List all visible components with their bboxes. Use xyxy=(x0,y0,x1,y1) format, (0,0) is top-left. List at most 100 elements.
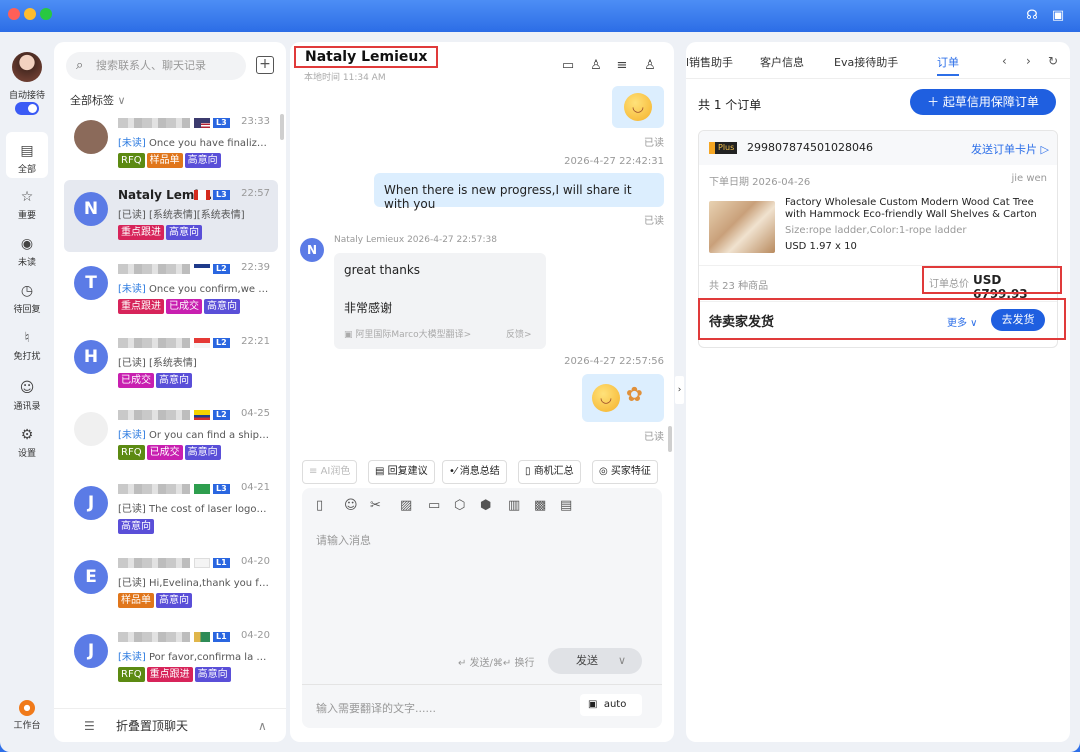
feedback-icon[interactable]: ▭ xyxy=(560,58,576,74)
item-count: 共 23 种商品 xyxy=(709,281,769,292)
tab-prev-icon[interactable]: ‹ xyxy=(1002,54,1007,68)
product-image[interactable] xyxy=(709,201,775,253)
inbox-icon[interactable]: ▣ xyxy=(1050,8,1066,24)
tab-next-icon[interactable]: › xyxy=(1026,54,1031,68)
contact-tag: 高意向 xyxy=(166,225,202,240)
transfer-user-icon[interactable]: ♙ xyxy=(642,58,658,74)
level-badge: L3 xyxy=(213,118,230,128)
send-options-chevron-icon[interactable]: ∨ xyxy=(618,648,626,674)
add-chat-button[interactable]: + xyxy=(256,56,274,74)
contact-list-item[interactable]: L3 23:33 [未读] Once you have finalize... RFQ… xyxy=(64,108,278,180)
nav-item-workbench[interactable]: ● 工作台 xyxy=(0,700,54,731)
message-input[interactable]: 请输入消息 xyxy=(316,532,371,548)
contact-name-redacted xyxy=(118,338,190,348)
nav-item-important[interactable]: ☆ 重要 xyxy=(0,188,54,221)
close-window-button[interactable] xyxy=(8,8,20,20)
contact-tag: RFQ xyxy=(118,667,145,682)
message-translation: 非常感谢 xyxy=(344,301,393,315)
package-icon[interactable]: ⬢ xyxy=(480,498,491,513)
chat-scrollbar[interactable] xyxy=(668,426,672,452)
contact-icon: ☺ xyxy=(19,380,35,396)
collapse-panel-handle[interactable]: › xyxy=(675,376,684,404)
contact-avatar xyxy=(74,412,108,446)
divider xyxy=(686,78,1070,79)
photo-card-icon[interactable]: ▩ xyxy=(534,498,546,513)
contact-last-message: [未读] Or you can find a shippi... xyxy=(118,430,270,441)
contact-tag: 已成交 xyxy=(166,299,202,314)
country-flag-icon xyxy=(194,338,210,348)
order-id[interactable]: 299807874501028046 xyxy=(747,141,873,154)
side-panel: l销售助手 客户信息 Eva接待助手 订单 ‹ › ↻ 共 1 个订单 ＋ 起草… xyxy=(686,42,1070,742)
filter-list-icon[interactable]: ≡ xyxy=(614,58,630,74)
search-input[interactable]: ⌕ 搜索联系人、聊天记录 xyxy=(66,52,246,80)
fold-pinned-chats[interactable]: ☰ 折叠置顶聊天 ∧ xyxy=(54,708,286,742)
translate-language-selector[interactable]: ▣ auto xyxy=(580,694,642,716)
chart-icon[interactable]: ▥ xyxy=(508,498,520,513)
clipboard-icon[interactable]: ▯ xyxy=(316,498,323,513)
tab-orders[interactable]: 订单 xyxy=(937,54,959,76)
contact-list-item[interactable]: J L1 04-20 [未读] Por favor,confirma la d... R… xyxy=(64,622,278,694)
ai-polish-button[interactable]: ≡ AI润色 xyxy=(302,460,358,484)
nav-item-do-not-disturb[interactable]: ♮ 免打扰 xyxy=(0,329,54,362)
level-badge: L2 xyxy=(213,264,230,274)
nav-item-contacts[interactable]: ☺ 通讯录 xyxy=(0,379,54,412)
level-badge: L2 xyxy=(213,410,230,420)
product-title[interactable]: Factory Wholesale Custom Modern Wood Cat… xyxy=(785,197,1047,221)
smile-emoji-icon: ◡ xyxy=(624,93,652,121)
read-state: [未读] xyxy=(118,652,146,663)
minimize-window-button[interactable] xyxy=(24,8,36,20)
auto-reception-label: 自动接待 xyxy=(8,91,45,101)
contact-list-item[interactable]: E L1 04-20 [已读] Hi,Evelina,thank you for...… xyxy=(64,548,278,620)
contact-last-message: [已读] The cost of laser logos i... xyxy=(118,504,270,515)
nav-item-settings[interactable]: ⚙ 设置 xyxy=(0,426,54,459)
buyer-profile-button[interactable]: ◎ 买家特征 xyxy=(592,460,658,484)
contact-list-item[interactable]: L2 04-25 [未读] Or you can find a shippi... R… xyxy=(64,400,278,472)
feedback-link[interactable]: 反馈> xyxy=(506,327,532,340)
scrollbar[interactable] xyxy=(280,114,284,140)
contact-list-item[interactable]: H L2 22:21 [已读] [系统表情] 已成交 高意向 xyxy=(64,328,278,400)
nav-item-all[interactable]: ▤ 全部 xyxy=(0,142,54,175)
product-icon[interactable]: ⬡ xyxy=(454,498,465,513)
contact-list-item[interactable]: N Nataly Lemi... L3 22:57 [已读] [系统表情][系统表情] 重… xyxy=(64,180,278,252)
tag-filter-dropdown[interactable]: 全部标签 ∨ xyxy=(70,92,126,108)
headset-icon[interactable]: ☊ xyxy=(1024,8,1040,24)
tab-eva-assistant[interactable]: Eva接待助手 xyxy=(834,54,898,70)
user-avatar[interactable] xyxy=(12,52,42,82)
refresh-icon[interactable]: ↻ xyxy=(1048,54,1058,68)
read-state: [未读] xyxy=(118,430,146,441)
translate-input[interactable]: 输入需要翻译的文字...... xyxy=(316,700,436,716)
auto-reception-toggle[interactable] xyxy=(15,102,39,115)
draft-order-button[interactable]: ＋ 起草信用保障订单 xyxy=(910,89,1056,115)
message-timestamp: 2026-4-27 22:57:56 xyxy=(564,356,664,367)
contact-list-item[interactable]: J L3 04-21 [已读] The cost of laser logos i..… xyxy=(64,474,278,546)
contact-avatar: J xyxy=(74,486,108,520)
quote-icon[interactable]: ▤ xyxy=(560,498,572,513)
tab-customer-info[interactable]: 客户信息 xyxy=(760,54,804,70)
send-button[interactable]: 发送 ∨ xyxy=(548,648,642,674)
nav-item-pending-reply[interactable]: ◷ 待回复 xyxy=(0,282,54,315)
nav-item-unread[interactable]: ◉ 未读 xyxy=(0,235,54,268)
read-status: 已读 xyxy=(644,432,664,443)
contact-tags: 高意向 xyxy=(118,518,156,534)
search-icon: ⌕ xyxy=(76,58,84,73)
maximize-window-button[interactable] xyxy=(40,8,52,20)
folder-icon[interactable]: ▭ xyxy=(428,498,440,513)
opportunity-summary-button[interactable]: ▯ 商机汇总 xyxy=(518,460,581,484)
image-icon[interactable]: ▨ xyxy=(400,498,412,513)
send-order-card-link[interactable]: 发送订单卡片 ▷ xyxy=(971,141,1049,157)
contact-time: 23:33 xyxy=(241,116,270,127)
add-person-icon[interactable]: ♙ xyxy=(588,58,604,74)
contact-time: 04-21 xyxy=(240,482,270,493)
reply-suggestion-button[interactable]: ▤ 回复建议 xyxy=(368,460,435,484)
contact-list-item[interactable]: T L2 22:39 [未读] Once you confirm,we w... 重点跟… xyxy=(64,254,278,326)
contact-avatar: T xyxy=(74,266,108,300)
gear-icon: ⚙ xyxy=(20,427,34,443)
country-flag-icon xyxy=(194,632,210,642)
chat-panel: Nataly Lemieux 本地时间 11:34 AM ▭ ♙ ≡ ♙ ◡ 已… xyxy=(290,42,674,742)
tab-sales-assistant[interactable]: l销售助手 xyxy=(686,54,733,70)
scissors-icon[interactable]: ✂ xyxy=(370,498,381,513)
message-summary-button[interactable]: •⁄ 消息总结 xyxy=(442,460,507,484)
emoji-icon[interactable]: ☺ xyxy=(344,498,358,513)
country-flag-icon xyxy=(194,190,210,200)
contact-avatar[interactable]: N xyxy=(300,238,324,262)
